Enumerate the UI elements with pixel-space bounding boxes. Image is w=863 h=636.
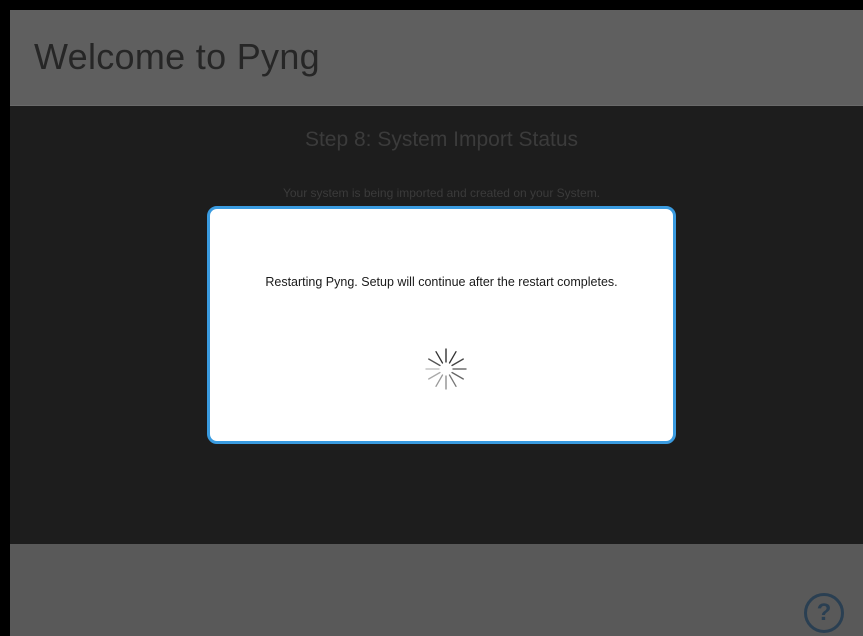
header-bar: Welcome to Pyng	[10, 10, 863, 106]
dialog-message: Restarting Pyng. Setup will continue aft…	[265, 275, 618, 289]
loading-spinner-icon	[425, 348, 467, 390]
help-icon[interactable]: ?	[804, 593, 844, 633]
step-title: Step 8: System Import Status	[304, 128, 579, 151]
restart-dialog: Restarting Pyng. Setup will continue aft…	[207, 206, 676, 444]
step-description: Your system is being imported and create…	[282, 186, 601, 200]
page-title: Welcome to Pyng	[34, 36, 320, 77]
footer-bar: ?	[10, 544, 863, 636]
